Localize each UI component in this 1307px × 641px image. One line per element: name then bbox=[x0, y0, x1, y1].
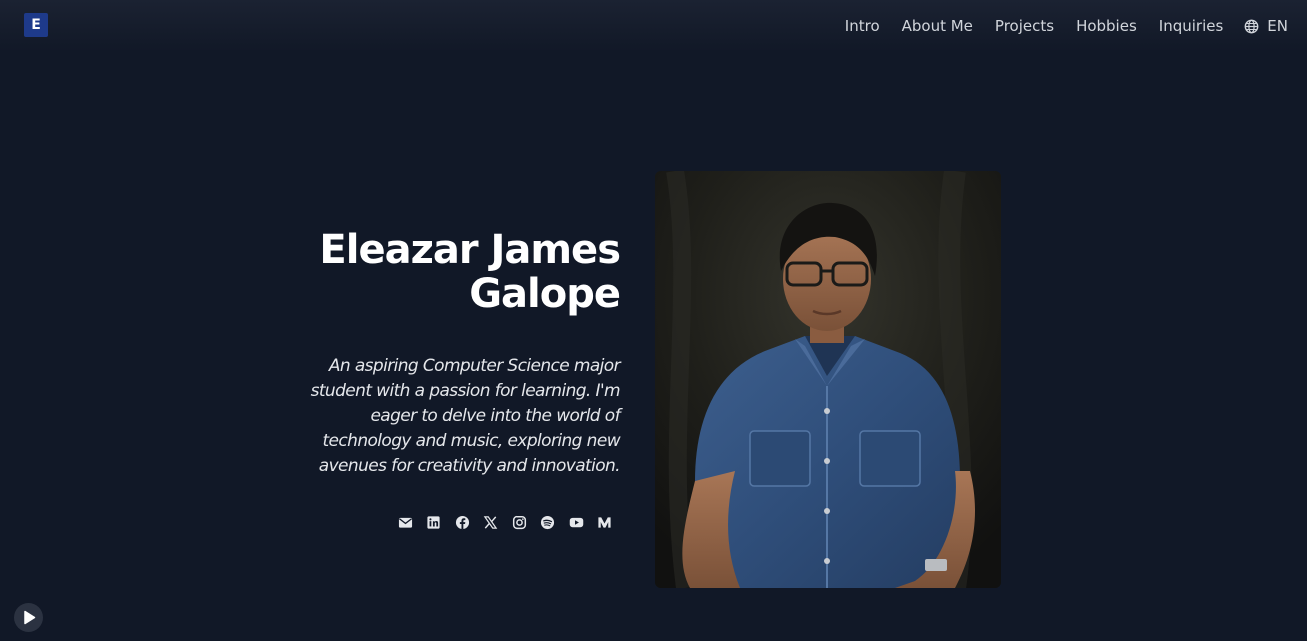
profile-photo-illustration bbox=[655, 171, 1001, 588]
name-line-1: Eleazar James bbox=[319, 227, 621, 273]
linkedin-link[interactable] bbox=[426, 514, 442, 530]
medium-link[interactable] bbox=[597, 514, 613, 530]
nav-item-inquiries[interactable]: Inquiries bbox=[1159, 15, 1224, 37]
nav-item-about-me[interactable]: About Me bbox=[902, 15, 973, 37]
instagram-link[interactable] bbox=[511, 514, 527, 530]
logo[interactable]: E bbox=[24, 13, 48, 37]
profile-photo bbox=[655, 171, 1001, 588]
hero-tagline: An aspiring Computer Science major stude… bbox=[310, 356, 621, 476]
hero-heading: Eleazar James Galope bbox=[280, 227, 621, 317]
spotify-link[interactable] bbox=[540, 514, 556, 530]
linkedin-icon bbox=[427, 515, 440, 529]
instagram-icon bbox=[512, 515, 526, 529]
spotify-icon bbox=[540, 515, 555, 529]
facebook-icon bbox=[455, 515, 469, 529]
youtube-icon bbox=[569, 517, 583, 527]
facebook-link[interactable] bbox=[454, 514, 470, 530]
medium-icon bbox=[598, 516, 611, 528]
email-link[interactable] bbox=[397, 514, 413, 530]
nav-item-hobbies[interactable]: Hobbies bbox=[1076, 15, 1137, 37]
name-line-2: Galope bbox=[469, 271, 621, 317]
main-nav: Intro About Me Projects Hobbies Inquirie… bbox=[845, 15, 1288, 37]
x-icon bbox=[483, 515, 498, 529]
language-label: EN bbox=[1267, 17, 1288, 35]
music-play-button[interactable] bbox=[14, 603, 43, 632]
nav-item-projects[interactable]: Projects bbox=[995, 15, 1054, 37]
play-icon bbox=[24, 610, 36, 625]
header: E Intro About Me Projects Hobbies Inquir… bbox=[0, 0, 1307, 52]
language-selector[interactable]: EN bbox=[1244, 15, 1288, 37]
email-icon bbox=[398, 517, 412, 528]
social-links bbox=[397, 513, 625, 531]
youtube-link[interactable] bbox=[568, 514, 584, 530]
globe-icon bbox=[1244, 19, 1259, 33]
page: E Intro About Me Projects Hobbies Inquir… bbox=[0, 0, 1307, 641]
nav-item-intro[interactable]: Intro bbox=[845, 15, 880, 37]
x-link[interactable] bbox=[483, 514, 499, 530]
